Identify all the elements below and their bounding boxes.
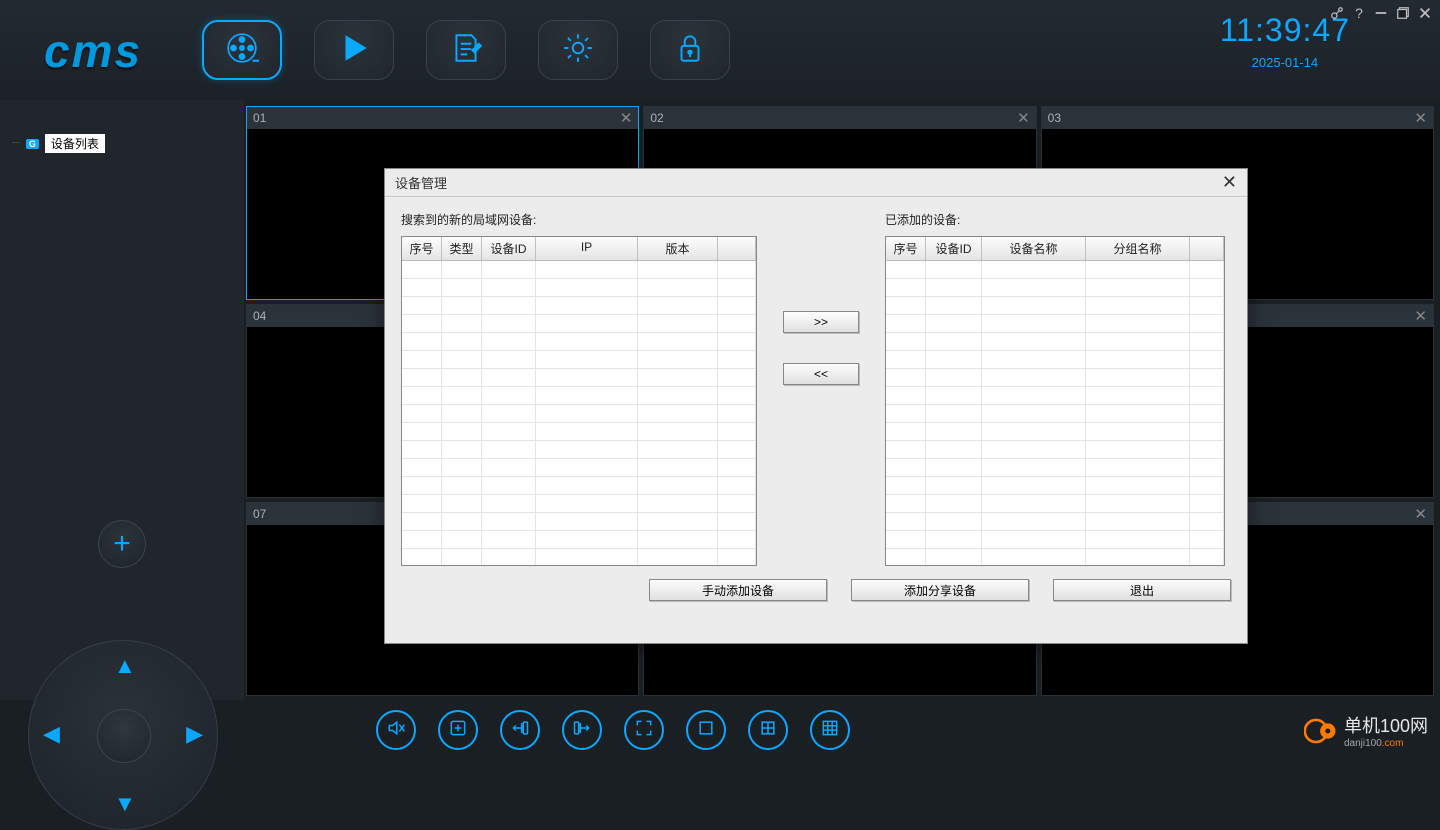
watermark: 单机100网 danji100.com	[1304, 712, 1428, 749]
ptz-up-button[interactable]: ▲	[114, 653, 136, 679]
cell-label: 02	[650, 111, 663, 125]
layout-4-button[interactable]	[748, 710, 788, 750]
speaker-mute-icon	[386, 718, 406, 743]
network-icon[interactable]	[1328, 4, 1346, 22]
th-type[interactable]: 类型	[442, 237, 482, 260]
clock-date: 2025-01-14	[1220, 55, 1350, 70]
cell-close-icon[interactable]: ✕	[1414, 109, 1427, 127]
device-list-label: 设备列表	[45, 134, 105, 153]
fullscreen-button[interactable]	[624, 710, 664, 750]
watermark-logo-icon	[1304, 714, 1338, 748]
ptz-center-button[interactable]	[97, 709, 151, 763]
dialog-footer: 手动添加设备 添加分享设备 退出	[385, 579, 1247, 601]
add-share-button[interactable]: 添加分享设备	[851, 579, 1029, 601]
searched-devices-label: 搜索到的新的局域网设备:	[401, 211, 757, 228]
add-device-button[interactable]: +	[98, 520, 146, 568]
ptz-dpad: ▲ ▼ ◀ ▶	[28, 640, 218, 830]
arrow-in-left-icon	[510, 718, 530, 743]
ptz-down-button[interactable]: ▼	[114, 791, 136, 817]
prev-page-button[interactable]	[500, 710, 540, 750]
nav-live-video-button[interactable]	[202, 20, 282, 80]
nav-lock-button[interactable]	[650, 20, 730, 80]
bottom-toolbar	[246, 701, 1440, 759]
th-extra[interactable]	[1190, 237, 1224, 260]
nav-log-button[interactable]	[426, 20, 506, 80]
th-index[interactable]: 序号	[886, 237, 926, 260]
th-device-name[interactable]: 设备名称	[982, 237, 1086, 260]
device-tree-root-item[interactable]: ┈ G 设备列表	[12, 134, 232, 153]
lock-icon	[673, 31, 707, 70]
arrow-out-right-icon	[572, 718, 592, 743]
th-version[interactable]: 版本	[638, 237, 718, 260]
square-icon	[696, 718, 716, 743]
added-devices-label: 已添加的设备:	[885, 211, 1225, 228]
maximize-icon[interactable]	[1394, 4, 1412, 22]
exit-button[interactable]: 退出	[1053, 579, 1231, 601]
minimize-icon[interactable]	[1372, 4, 1390, 22]
th-group-name[interactable]: 分组名称	[1086, 237, 1190, 260]
mute-button[interactable]	[376, 710, 416, 750]
cell-label: 04	[253, 309, 266, 323]
searched-table-body	[402, 261, 756, 566]
gear-icon	[561, 31, 595, 70]
play-icon	[337, 31, 371, 70]
dialog-close-icon[interactable]: ✕	[1222, 172, 1237, 193]
layout-1-button[interactable]	[686, 710, 726, 750]
ptz-right-button[interactable]: ▶	[186, 721, 203, 747]
plus-icon: +	[113, 527, 131, 561]
cell-close-icon[interactable]: ✕	[1414, 307, 1427, 325]
window-controls: ?	[1328, 4, 1434, 22]
fullscreen-icon	[634, 718, 654, 743]
device-manager-dialog: 设备管理 ✕ 搜索到的新的局域网设备: 序号 类型 设备ID IP 版本	[384, 168, 1248, 644]
watermark-main-text: 单机100网	[1344, 712, 1428, 738]
th-ip[interactable]: IP	[536, 237, 638, 260]
cell-label: 03	[1048, 111, 1061, 125]
cell-label: 01	[253, 111, 266, 125]
sparkle-square-icon	[448, 718, 468, 743]
film-reel-icon	[225, 31, 259, 70]
layout-9-button[interactable]	[810, 710, 850, 750]
added-table-body	[886, 261, 1224, 566]
grid-3x3-icon	[820, 718, 840, 743]
added-devices-table[interactable]: 序号 设备ID 设备名称 分组名称	[885, 236, 1225, 566]
app-logo: cms	[44, 24, 142, 78]
help-icon[interactable]: ?	[1350, 4, 1368, 22]
dialog-title: 设备管理	[395, 173, 447, 192]
searched-devices-table[interactable]: 序号 类型 设备ID IP 版本	[401, 236, 757, 566]
group-badge-icon: G	[26, 139, 39, 149]
app-header: cms	[0, 0, 1440, 100]
next-page-button[interactable]	[562, 710, 602, 750]
device-tree[interactable]: ┈ G 设备列表	[0, 100, 244, 187]
th-device-id[interactable]: 设备ID	[482, 237, 536, 260]
cell-label: 07	[253, 507, 266, 521]
add-selected-button[interactable]: >>	[783, 311, 859, 333]
dialog-titlebar[interactable]: 设备管理 ✕	[385, 169, 1247, 197]
nav-settings-button[interactable]	[538, 20, 618, 80]
th-extra[interactable]	[718, 237, 756, 260]
move-buttons-column: >> <<	[757, 211, 885, 385]
document-edit-icon	[449, 31, 483, 70]
manual-add-button[interactable]: 手动添加设备	[649, 579, 827, 601]
watermark-sub-text: danji100.com	[1344, 738, 1428, 749]
cell-close-icon[interactable]: ✕	[1017, 109, 1030, 127]
nav-playback-button[interactable]	[314, 20, 394, 80]
ptz-left-button[interactable]: ◀	[43, 721, 60, 747]
th-index[interactable]: 序号	[402, 237, 442, 260]
cell-close-icon[interactable]: ✕	[1414, 505, 1427, 523]
grid-2x2-icon	[758, 718, 778, 743]
th-device-id[interactable]: 设备ID	[926, 237, 982, 260]
device-tree-sidebar: ┈ G 设备列表 + ▲ ▼ ◀ ▶	[0, 100, 244, 700]
close-icon[interactable]	[1416, 4, 1434, 22]
remove-selected-button[interactable]: <<	[783, 363, 859, 385]
snapshot-button[interactable]	[438, 710, 478, 750]
tree-connector-icon: ┈	[12, 136, 20, 151]
cell-close-icon[interactable]: ✕	[620, 109, 633, 127]
